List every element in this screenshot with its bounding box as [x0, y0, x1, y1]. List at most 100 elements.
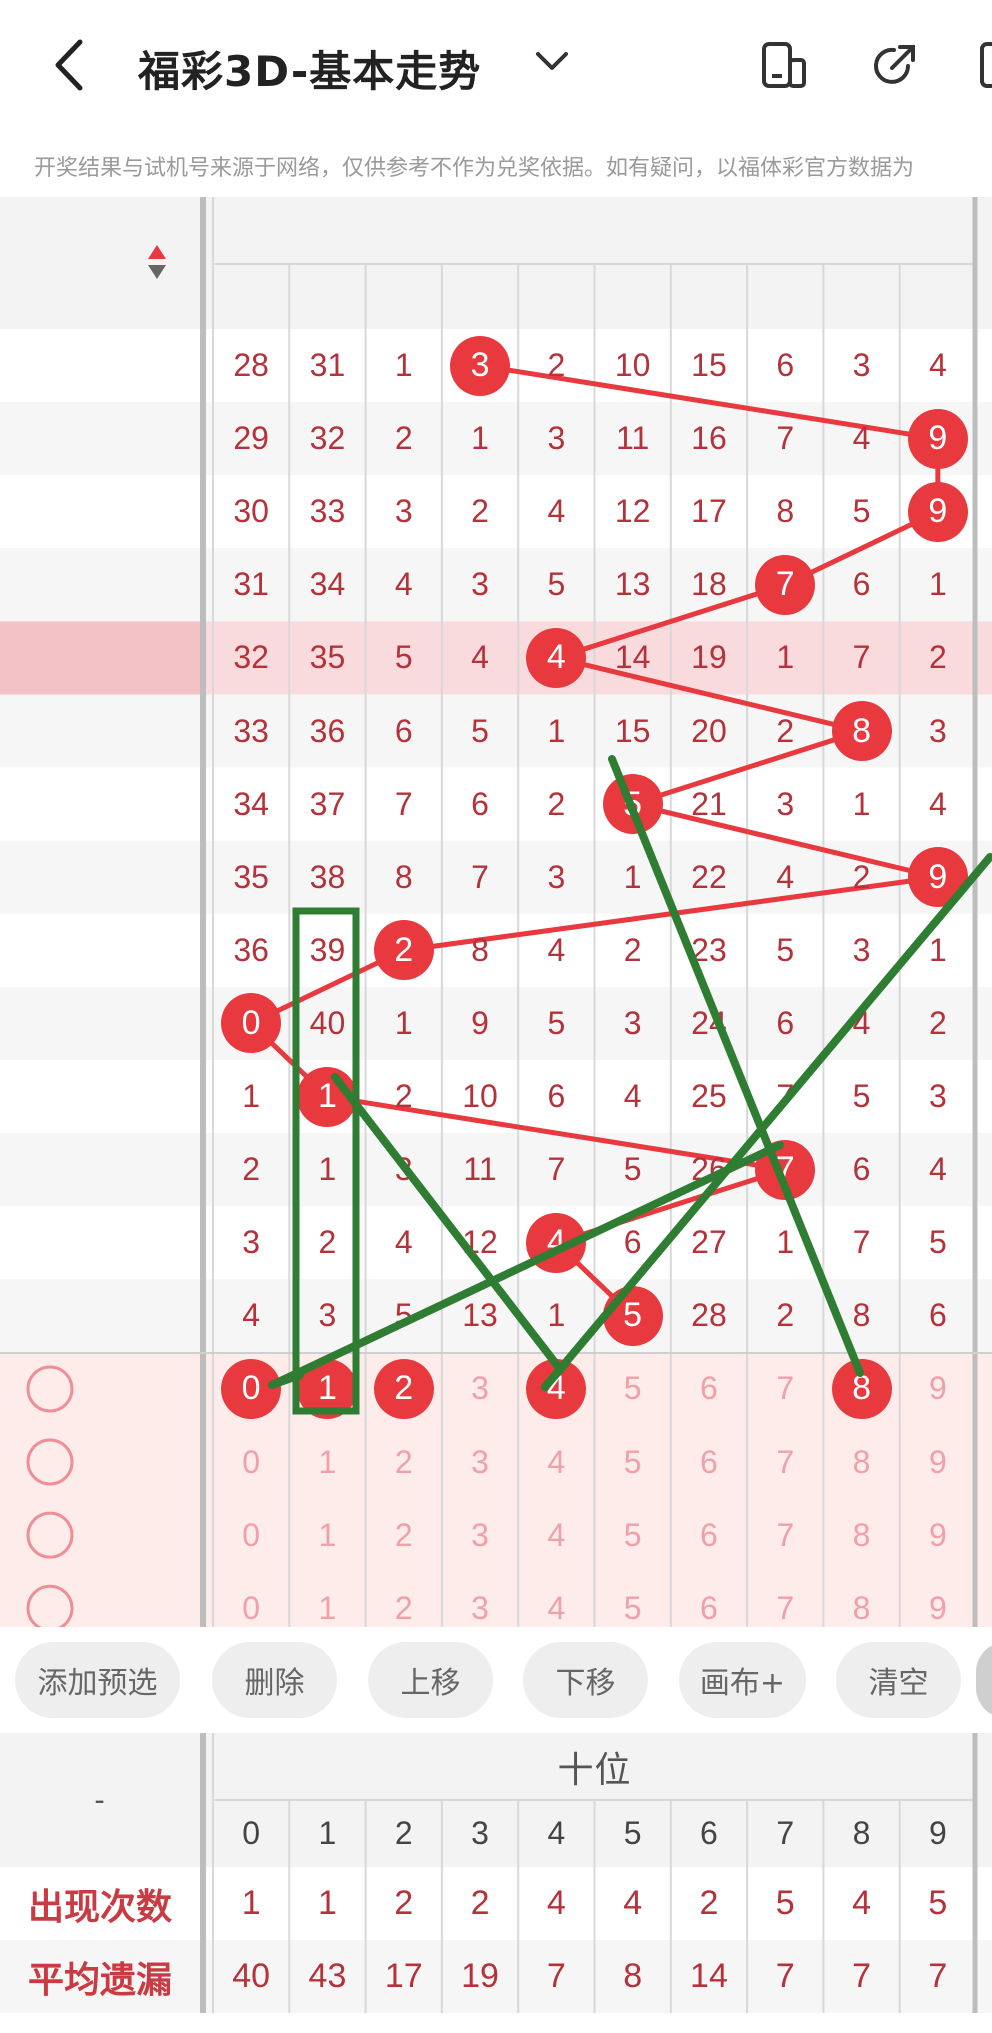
- pick-cell[interactable]: 7: [747, 1572, 823, 1645]
- pick-cell[interactable]: 4: [518, 1426, 594, 1499]
- page-title[interactable]: 福彩3D-基本走势: [138, 38, 481, 99]
- sort-icon[interactable]: [146, 243, 168, 283]
- pick-cell[interactable]: 3: [442, 1572, 518, 1645]
- omission-cell: 7: [776, 1078, 795, 1115]
- omission-cell: 6: [852, 1151, 871, 1188]
- pick-cell[interactable]: 7: [747, 1426, 823, 1499]
- pick-cell[interactable]: 5: [595, 1572, 671, 1645]
- omission-cell: 34: [233, 785, 269, 822]
- pick-cell[interactable]: 9: [900, 1499, 976, 1572]
- chevron-down-icon[interactable]: [534, 50, 570, 74]
- omission-cell: 7: [547, 1151, 566, 1188]
- pick-cell[interactable]: 4: [518, 1499, 594, 1572]
- pick-ball[interactable]: 2: [373, 1358, 434, 1419]
- omission-cell: 3: [852, 347, 871, 384]
- pick-ball[interactable]: 1: [297, 1358, 358, 1419]
- hit-ball: 1: [297, 1066, 358, 1127]
- share-icon[interactable]: [870, 40, 920, 90]
- action-button[interactable]: 画布+: [679, 1642, 806, 1718]
- more-icon[interactable]: [980, 40, 992, 90]
- action-button[interactable]: 下移: [523, 1642, 648, 1718]
- stat-value: 7: [928, 1957, 948, 1995]
- pick-label[interactable]: [82, 1426, 182, 1499]
- pick-cell[interactable]: 6: [671, 1352, 747, 1425]
- pick-cell[interactable]: 8: [823, 1499, 899, 1572]
- pick-cell[interactable]: 1: [289, 1499, 365, 1572]
- hit-ball: 4: [526, 627, 587, 688]
- hit-ball: 7: [755, 554, 816, 615]
- pick-cell[interactable]: 4: [518, 1572, 594, 1645]
- omission-cell: 33: [233, 712, 269, 749]
- omission-cell: 31: [233, 566, 269, 603]
- back-arrow-icon[interactable]: [48, 38, 92, 92]
- pick-cell[interactable]: 8: [823, 1572, 899, 1645]
- omission-cell: 1: [776, 1224, 795, 1261]
- action-button[interactable]: 添加预选: [15, 1642, 180, 1718]
- pick-cell-selected[interactable]: 2: [366, 1352, 442, 1425]
- pick-cell[interactable]: 9: [900, 1572, 976, 1645]
- omission-cell: 23: [691, 931, 727, 968]
- pick-cell[interactable]: 3: [442, 1426, 518, 1499]
- more-actions-button[interactable]: [976, 1642, 992, 1718]
- action-button[interactable]: 删除: [212, 1642, 337, 1718]
- pick-cell[interactable]: 2: [366, 1499, 442, 1572]
- hit-ball: 0: [221, 993, 282, 1054]
- pick-cell[interactable]: 6: [671, 1499, 747, 1572]
- pick-cell-selected[interactable]: 8: [823, 1352, 899, 1425]
- omission-cell: 3: [776, 785, 795, 822]
- pick-label[interactable]: [82, 1352, 182, 1425]
- pick-cell[interactable]: 6: [671, 1426, 747, 1499]
- period-cell: [0, 914, 200, 987]
- pick-cell[interactable]: 7: [747, 1352, 823, 1425]
- omission-cell: 25: [691, 1078, 727, 1115]
- period-cell: [0, 329, 200, 402]
- digit-header: [289, 264, 365, 329]
- pick-cell[interactable]: 0: [213, 1426, 289, 1499]
- omission-cell: 13: [614, 566, 651, 603]
- pick-ball[interactable]: 8: [831, 1358, 892, 1419]
- pick-cell[interactable]: 3: [442, 1499, 518, 1572]
- omission-cell: 6: [852, 566, 871, 603]
- omission-cell: 15: [691, 347, 727, 384]
- omission-cell: 3: [242, 1224, 261, 1261]
- pick-cell[interactable]: 9: [900, 1426, 976, 1499]
- pick-cell[interactable]: 0: [213, 1499, 289, 1572]
- hit-cell: 8: [823, 695, 899, 768]
- hit-ball: 2: [373, 920, 434, 981]
- pick-cell[interactable]: 5: [595, 1352, 671, 1425]
- period-cell: [0, 695, 200, 768]
- pick-label[interactable]: [82, 1499, 182, 1572]
- pick-cell[interactable]: 0: [213, 1572, 289, 1645]
- pick-cell-selected[interactable]: 1: [289, 1352, 365, 1425]
- pick-ball[interactable]: 0: [221, 1358, 282, 1419]
- omission-cell: 15: [614, 712, 651, 749]
- stats-overflow-bg: [0, 2013, 992, 2033]
- omission-cell: 4: [394, 1224, 413, 1261]
- action-button[interactable]: 清空: [836, 1642, 961, 1718]
- pick-cell-selected[interactable]: 0: [213, 1352, 289, 1425]
- pick-cell[interactable]: 7: [747, 1499, 823, 1572]
- pick-cell[interactable]: 2: [366, 1426, 442, 1499]
- stat-value: 2: [699, 1884, 719, 1922]
- layout-toggle-icon[interactable]: [760, 40, 808, 90]
- pick-cell[interactable]: 9: [900, 1352, 976, 1425]
- pick-cell[interactable]: 2: [366, 1572, 442, 1645]
- pick-cell[interactable]: 6: [671, 1572, 747, 1645]
- pick-cell[interactable]: 8: [823, 1426, 899, 1499]
- pick-label[interactable]: [82, 1572, 182, 1645]
- pick-cell[interactable]: 1: [289, 1572, 365, 1645]
- period-header[interactable]: [0, 197, 200, 329]
- pick-cell-selected[interactable]: 4: [518, 1352, 594, 1425]
- digit-header: [823, 264, 899, 329]
- omission-cell: 1: [547, 1297, 566, 1334]
- omission-cell: 1: [852, 785, 871, 822]
- omission-cell: 5: [623, 1151, 642, 1188]
- pick-cell[interactable]: 5: [595, 1499, 671, 1572]
- omission-cell: 4: [852, 420, 871, 457]
- pick-cell[interactable]: 1: [289, 1426, 365, 1499]
- stat-value: 7: [546, 1957, 566, 1995]
- action-button[interactable]: 上移: [368, 1642, 493, 1718]
- pick-cell[interactable]: 5: [595, 1426, 671, 1499]
- pick-ball[interactable]: 4: [526, 1358, 587, 1419]
- pick-cell[interactable]: 3: [442, 1352, 518, 1425]
